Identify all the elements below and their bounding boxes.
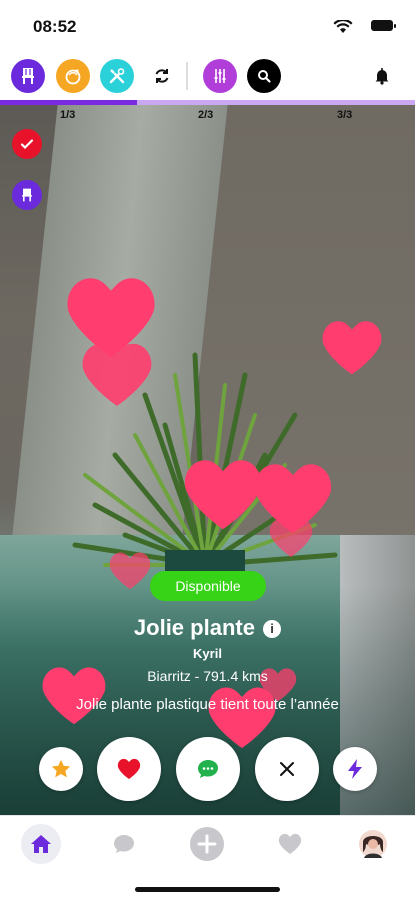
- listing-photo[interactable]: 1/3 2/3 3/3 Disponible Jolie plante i Ky…: [0, 105, 415, 815]
- status-time: 08:52: [33, 17, 77, 36]
- listing-title: Jolie plante: [133, 615, 255, 640]
- wifi-icon: [333, 20, 353, 33]
- chair-filter-button[interactable]: [11, 59, 45, 93]
- heart-icon: [117, 758, 141, 779]
- chair-icon: [22, 188, 32, 202]
- status-bar: 08:52: [0, 0, 415, 50]
- check-icon: [20, 139, 34, 150]
- heart-icon: [278, 833, 302, 854]
- listing-owner[interactable]: Kyril: [0, 646, 415, 661]
- refresh-icon: [155, 69, 169, 83]
- favorite-button[interactable]: [39, 747, 83, 791]
- refresh-button[interactable]: [145, 59, 179, 93]
- tab-favorites[interactable]: [270, 824, 310, 864]
- tab-messages[interactable]: [104, 824, 144, 864]
- chat-icon: [114, 835, 134, 853]
- search-icon: [258, 70, 271, 83]
- listing-title-row: Jolie plante i: [0, 615, 415, 641]
- heart-icon: [82, 343, 152, 406]
- tools-filter-button[interactable]: [100, 59, 134, 93]
- heart-icon: [109, 552, 151, 590]
- add-icon: [190, 827, 224, 861]
- availability-badge: Disponible: [150, 571, 266, 601]
- listing-location: Biarritz - 791.4 kms: [147, 668, 268, 684]
- category-chair-badge[interactable]: [12, 180, 42, 210]
- chair-icon: [22, 68, 34, 84]
- home-icon: [31, 835, 51, 853]
- tab-profile[interactable]: [353, 824, 393, 864]
- settings-filter-button[interactable]: [203, 59, 237, 93]
- bell-icon: [375, 68, 389, 85]
- battery-icon: [371, 20, 396, 31]
- dismiss-button[interactable]: [255, 737, 319, 801]
- tab-add[interactable]: [187, 824, 227, 864]
- lightning-icon: [348, 759, 362, 779]
- star-icon: [51, 759, 71, 778]
- page-indicator-1: 1/3: [60, 109, 76, 121]
- verified-badge[interactable]: [12, 129, 42, 159]
- filter-toolbar: [0, 52, 415, 100]
- notifications-button[interactable]: [365, 59, 399, 93]
- listing-description: Jolie plante plastique tient toute l’ann…: [76, 696, 339, 713]
- food-icon: [65, 69, 81, 85]
- sliders-icon: [214, 69, 226, 83]
- page-indicator-3: 3/3: [337, 109, 353, 121]
- food-filter-button[interactable]: [56, 59, 90, 93]
- tab-home[interactable]: [21, 824, 61, 864]
- close-icon: [280, 762, 294, 776]
- info-icon[interactable]: i: [263, 620, 282, 639]
- heart-icon: [269, 518, 313, 558]
- home-indicator: [135, 887, 280, 892]
- message-button[interactable]: [176, 737, 240, 801]
- avatar: [359, 830, 387, 858]
- tools-icon: [109, 68, 125, 84]
- heart-icon: [322, 321, 382, 375]
- chat-icon: [198, 760, 218, 778]
- boost-button[interactable]: [333, 747, 377, 791]
- page-indicator-2: 2/3: [198, 109, 214, 121]
- search-button[interactable]: [247, 59, 281, 93]
- like-button[interactable]: [97, 737, 161, 801]
- toolbar-divider: [186, 62, 188, 90]
